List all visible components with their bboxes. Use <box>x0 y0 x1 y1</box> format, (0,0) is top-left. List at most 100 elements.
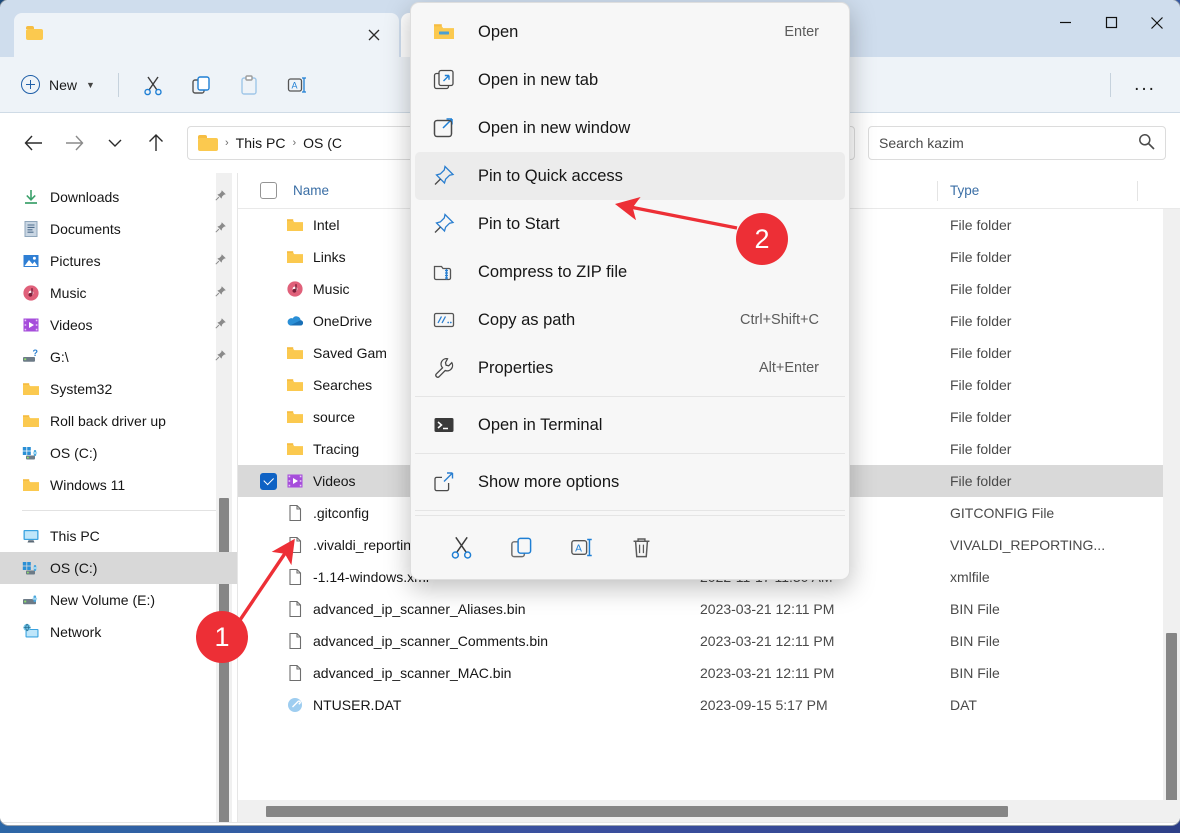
back-arrow-icon[interactable] <box>14 126 52 160</box>
close-icon[interactable] <box>1134 0 1180 45</box>
paste-button[interactable] <box>226 67 272 103</box>
menu-item-label: Properties <box>478 358 554 377</box>
row-checkbox[interactable] <box>260 472 277 490</box>
tab-active[interactable] <box>14 13 399 57</box>
maximize-icon[interactable] <box>1088 0 1134 45</box>
sidebar-item-windows-11[interactable]: Windows 11 <box>0 469 237 501</box>
drive-icon <box>22 591 40 609</box>
sidebar-item-system32[interactable]: System32 <box>0 373 237 405</box>
svg-text:?: ? <box>33 348 39 358</box>
menu-item-show-more-options[interactable]: Show more options <box>415 458 845 506</box>
file-name-label: Searches <box>313 377 373 393</box>
table-row[interactable]: advanced_ip_scanner_Aliases.bin 2023-03-2… <box>238 593 1180 625</box>
pin-icon[interactable] <box>214 221 227 237</box>
sidebar-item-music[interactable]: Music <box>0 277 237 309</box>
pin-icon[interactable] <box>214 189 227 205</box>
column-header-type[interactable]: Type <box>938 173 1138 209</box>
sidebar-item-documents[interactable]: Documents <box>0 213 237 245</box>
terminal-icon <box>431 412 457 438</box>
cut-icon[interactable] <box>431 525 491 569</box>
new-button[interactable]: New ▼ <box>12 68 107 102</box>
file-name-label: Videos <box>313 473 356 489</box>
file-name-label: advanced_ip_scanner_Aliases.bin <box>313 601 526 617</box>
table-row[interactable]: NTUSER.DAT 2023-09-15 5:17 PM DAT <box>238 689 1180 721</box>
file-type-cell: VIVALDI_REPORTING... <box>950 537 1106 553</box>
table-row[interactable]: advanced_ip_scanner_MAC.bin 2023-03-21 12… <box>238 657 1180 689</box>
sidebar-item-os-c[interactable]: OS (C:) <box>0 552 237 584</box>
menu-item-open-in-new-tab[interactable]: Open in new tab <box>415 56 845 104</box>
pin-icon[interactable] <box>214 349 227 365</box>
context-menu-divider <box>415 515 845 516</box>
breadcrumb-os-c[interactable]: OS (C <box>303 135 342 151</box>
table-row[interactable]: advanced_ip_scanner_Comments.bin 2023-03-… <box>238 625 1180 657</box>
folder-icon <box>22 380 40 398</box>
file-type-cell: File folder <box>950 441 1012 457</box>
context-menu-items: Open Enter Open in new tab Open in new wind… <box>415 8 845 511</box>
search-icon[interactable] <box>1138 133 1155 153</box>
plus-icon <box>21 75 40 94</box>
folder-icon <box>26 26 48 44</box>
divider <box>117 72 119 97</box>
pictures-icon <box>22 252 40 270</box>
music-icon <box>286 280 304 298</box>
os-drive-icon <box>22 444 40 462</box>
pin-icon <box>431 163 457 189</box>
copy-button[interactable] <box>178 67 224 103</box>
file-pane-hscrollbar-thumb[interactable] <box>266 806 1008 817</box>
context-menu-divider <box>415 396 845 397</box>
menu-item-properties[interactable]: Properties Alt+Enter <box>415 344 845 392</box>
more-options-button[interactable]: ... <box>1122 67 1168 103</box>
file-icon <box>286 536 304 554</box>
new-button-label: New <box>49 76 78 93</box>
file-type-cell: File folder <box>950 249 1012 265</box>
sidebar-item-new-volume-e[interactable]: New Volume (E:) <box>0 584 237 616</box>
menu-item-open-in-new-window[interactable]: Open in new window <box>415 104 845 152</box>
context-menu-divider <box>415 510 845 511</box>
pin-icon[interactable] <box>214 285 227 301</box>
sidebar-item-os-c[interactable]: OS (C:) <box>0 437 237 469</box>
sidebar-item-pictures[interactable]: Pictures <box>0 245 237 277</box>
file-type-cell: BIN File <box>950 633 1000 649</box>
recent-locations-chevron-icon[interactable] <box>96 126 134 160</box>
file-name-cell: advanced_ip_scanner_Comments.bin <box>238 632 688 650</box>
file-type-cell: BIN File <box>950 665 1000 681</box>
sidebar-item-roll-back-driver-up[interactable]: Roll back driver up <box>0 405 237 437</box>
column-header-name-label: Name <box>293 183 330 198</box>
file-name-label: Links <box>313 249 346 265</box>
cut-button[interactable] <box>130 67 176 103</box>
delete-icon[interactable] <box>611 525 671 569</box>
downloads-icon <box>22 188 40 206</box>
search-input[interactable]: Search kazim <box>868 126 1166 160</box>
pin-icon[interactable] <box>214 253 227 269</box>
menu-item-open[interactable]: Open Enter <box>415 8 845 56</box>
rename-icon[interactable]: A <box>551 525 611 569</box>
breadcrumb-this-pc[interactable]: This PC <box>236 135 286 151</box>
menu-item-label: Show more options <box>478 472 620 491</box>
forward-arrow-icon[interactable] <box>55 126 93 160</box>
this-pc-icon <box>22 527 40 545</box>
sidebar-item-label: Videos <box>50 317 93 333</box>
pin-icon[interactable] <box>214 317 227 333</box>
sidebar-item-label: System32 <box>50 381 113 397</box>
dat-icon <box>286 696 304 714</box>
minimize-icon[interactable] <box>1042 0 1088 45</box>
sidebar-item-this-pc[interactable]: This PC <box>0 520 237 552</box>
up-arrow-icon[interactable] <box>137 126 175 160</box>
select-all-checkbox[interactable] <box>260 182 277 199</box>
folder-icon <box>431 19 457 45</box>
sidebar-item-videos[interactable]: Videos <box>0 309 237 341</box>
wrench-icon <box>431 355 457 381</box>
menu-item-shortcut: Ctrl+Shift+C <box>740 312 819 328</box>
menu-item-copy-as-path[interactable]: Copy as path Ctrl+Shift+C <box>415 296 845 344</box>
sidebar-item-g[interactable]: ? G:\ <box>0 341 237 373</box>
rename-button[interactable]: A <box>274 67 320 103</box>
tab-close-icon[interactable] <box>361 22 387 48</box>
menu-item-label: Copy as path <box>478 310 576 329</box>
menu-item-pin-to-quick-access[interactable]: Pin to Quick access <box>415 152 845 200</box>
file-icon <box>286 504 304 522</box>
file-pane-vscrollbar-thumb[interactable] <box>1166 633 1177 822</box>
sidebar-item-downloads[interactable]: Downloads <box>0 181 237 213</box>
copy-icon[interactable] <box>491 525 551 569</box>
folder-icon <box>286 344 304 362</box>
menu-item-open-in-terminal[interactable]: Open in Terminal <box>415 401 845 449</box>
